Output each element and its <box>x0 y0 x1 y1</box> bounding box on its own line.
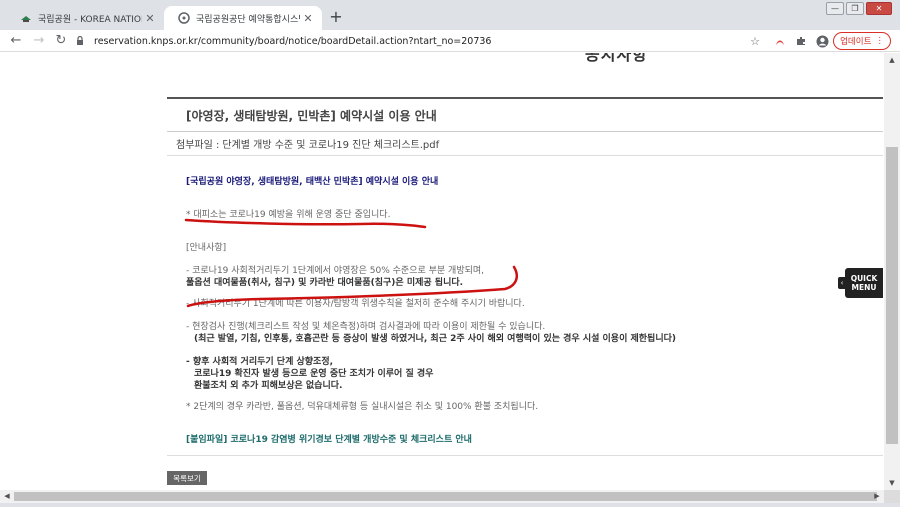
scrollbar-corner <box>884 490 900 503</box>
attachment-row: 첨부파일 : 단계별 개방 수준 및 코로나19 진단 체크리스트.pdf <box>167 132 883 156</box>
tab-reservation[interactable]: 국립공원공단 예약통합시스템 ✕ <box>164 6 322 30</box>
restore-button[interactable]: ❐ <box>846 2 864 15</box>
page-title: 공지사항 <box>585 53 648 64</box>
vertical-scroll-thumb[interactable] <box>886 147 898 444</box>
guide-item-2: - 사회적거리두기 1단계에 따른 이용자/탐방객 위생수칙을 철저히 준수해 … <box>186 299 525 309</box>
tab-close-icon[interactable]: ✕ <box>142 12 158 25</box>
update-label: 업데이트 <box>840 37 872 47</box>
forward-arrow-icon[interactable]: → <box>31 33 47 49</box>
window-controls: — ❐ ✕ <box>826 2 892 15</box>
scroll-up-arrow-icon[interactable]: ▲ <box>884 53 900 67</box>
window-close-button[interactable]: ✕ <box>866 2 892 15</box>
pdf-extension-icon[interactable] <box>773 34 787 48</box>
tab-strip: 국립공원 - KOREA NATIONAL P… ✕ 국립공원공단 예약통합시스… <box>0 0 900 30</box>
guide-item-3b: (최근 발열, 기침, 인후통, 호흡곤란 등 증상이 발생 하였거나, 최근 … <box>194 334 677 344</box>
tab-title: 국립공원 - KOREA NATIONAL P… <box>38 14 142 25</box>
tab-close-icon[interactable]: ✕ <box>300 12 316 25</box>
quick-menu-label-2: MENU <box>851 283 877 292</box>
reload-icon[interactable]: ↻ <box>53 33 69 49</box>
notice-title-row: [야영장, 생태탐방원, 민박촌] 예약시설 이용 안내 <box>167 97 883 132</box>
minimize-button[interactable]: — <box>826 2 844 15</box>
horizontal-scroll-thumb[interactable] <box>14 492 877 501</box>
notice-shelter-closed: * 대피소는 코로나19 예방을 위해 운영 중단 중입니다. <box>186 210 391 220</box>
scroll-right-arrow-icon[interactable]: ▶ <box>870 490 884 503</box>
address-bar[interactable]: reservation.knps.or.kr/community/board/n… <box>76 32 766 50</box>
horizontal-scrollbar[interactable]: ◀ ▶ <box>0 490 884 503</box>
knps-favicon <box>178 12 190 24</box>
profile-icon[interactable] <box>815 34 829 48</box>
attachment-note-link[interactable]: [붙임파일] 코로나19 감염병 위기경보 단계별 개방수준 및 체크리스트 안… <box>186 434 472 446</box>
content-heading: [국립공원 야영장, 생태탐방원, 태백산 민박촌] 예약시설 이용 안내 <box>186 177 439 187</box>
tab-knps-home[interactable]: 국립공원 - KOREA NATIONAL P… ✕ <box>6 6 164 30</box>
vertical-scrollbar[interactable]: ▲ ▼ <box>884 53 900 490</box>
guide-title: [안내사항] <box>186 243 227 253</box>
list-button[interactable]: 목록보기 <box>167 471 207 485</box>
tab-title: 국립공원공단 예약통합시스템 <box>196 14 300 25</box>
notice-content: [국립공원 야영장, 생태탐방원, 태백산 민박촌] 예약시설 이용 안내 * … <box>167 156 883 456</box>
back-arrow-icon[interactable]: ← <box>8 33 24 49</box>
guide-item-4a: - 향후 사회적 거리두기 단계 상향조정, <box>186 357 334 367</box>
notice-title: [야영장, 생태탐방원, 민박촌] 예약시설 이용 안내 <box>186 108 437 123</box>
new-tab-button[interactable]: + <box>327 9 345 27</box>
browser-toolbar: ← → ↻ reservation.knps.or.kr/community/b… <box>0 30 900 52</box>
attachment-link[interactable]: 단계별 개방 수준 및 코로나19 진단 체크리스트.pdf <box>222 136 439 151</box>
quick-menu-label-1: QUICK <box>850 274 878 283</box>
lock-icon <box>76 36 86 46</box>
attachment-label: 첨부파일 : <box>176 140 220 151</box>
menu-dots-icon: ⋮ <box>875 36 884 46</box>
update-button[interactable]: 업데이트 ⋮ <box>833 32 891 50</box>
park-favicon <box>20 12 32 24</box>
window-bottom-edge <box>0 503 900 507</box>
scroll-left-arrow-icon[interactable]: ◀ <box>0 490 14 503</box>
guide-item-4c: 환불조치 외 추가 피해보상은 없습니다. <box>194 381 343 391</box>
scroll-down-arrow-icon[interactable]: ▼ <box>884 476 900 490</box>
guide-item-4b: 코로나19 확진자 발생 등으로 운영 중단 조치가 이루어 질 경우 <box>194 369 434 379</box>
quick-menu-button[interactable]: QUICK MENU <box>845 268 883 298</box>
guide-item-3a: - 현장검사 진행(체크리스트 작성 및 체온측정)하며 검사결과에 따라 이용… <box>186 322 546 332</box>
puzzle-extension-icon[interactable] <box>794 34 808 48</box>
guide-item-1a: - 코로나19 사회적거리두기 1단계에서 야영장은 50% 수준으로 부분 개… <box>186 266 485 276</box>
guide-item-1b: 풀옵션 대여물품(취사, 침구) 및 카라반 대여물품(침구)은 미제공 됩니다… <box>186 278 464 288</box>
star-icon[interactable]: ☆ <box>748 34 762 48</box>
url-text: reservation.knps.or.kr/community/board/n… <box>94 35 492 47</box>
notice-board: [야영장, 생태탐방원, 민박촌] 예약시설 이용 안내 첨부파일 : 단계별 … <box>167 97 883 456</box>
notice-refund: * 2단계의 경우 카라반, 풀옵션, 덕유대체류형 등 실내시설은 취소 및 … <box>186 402 539 412</box>
page-viewport: 공지사항 [야영장, 생태탐방원, 민박촌] 예약시설 이용 안내 첨부파일 :… <box>0 53 884 490</box>
